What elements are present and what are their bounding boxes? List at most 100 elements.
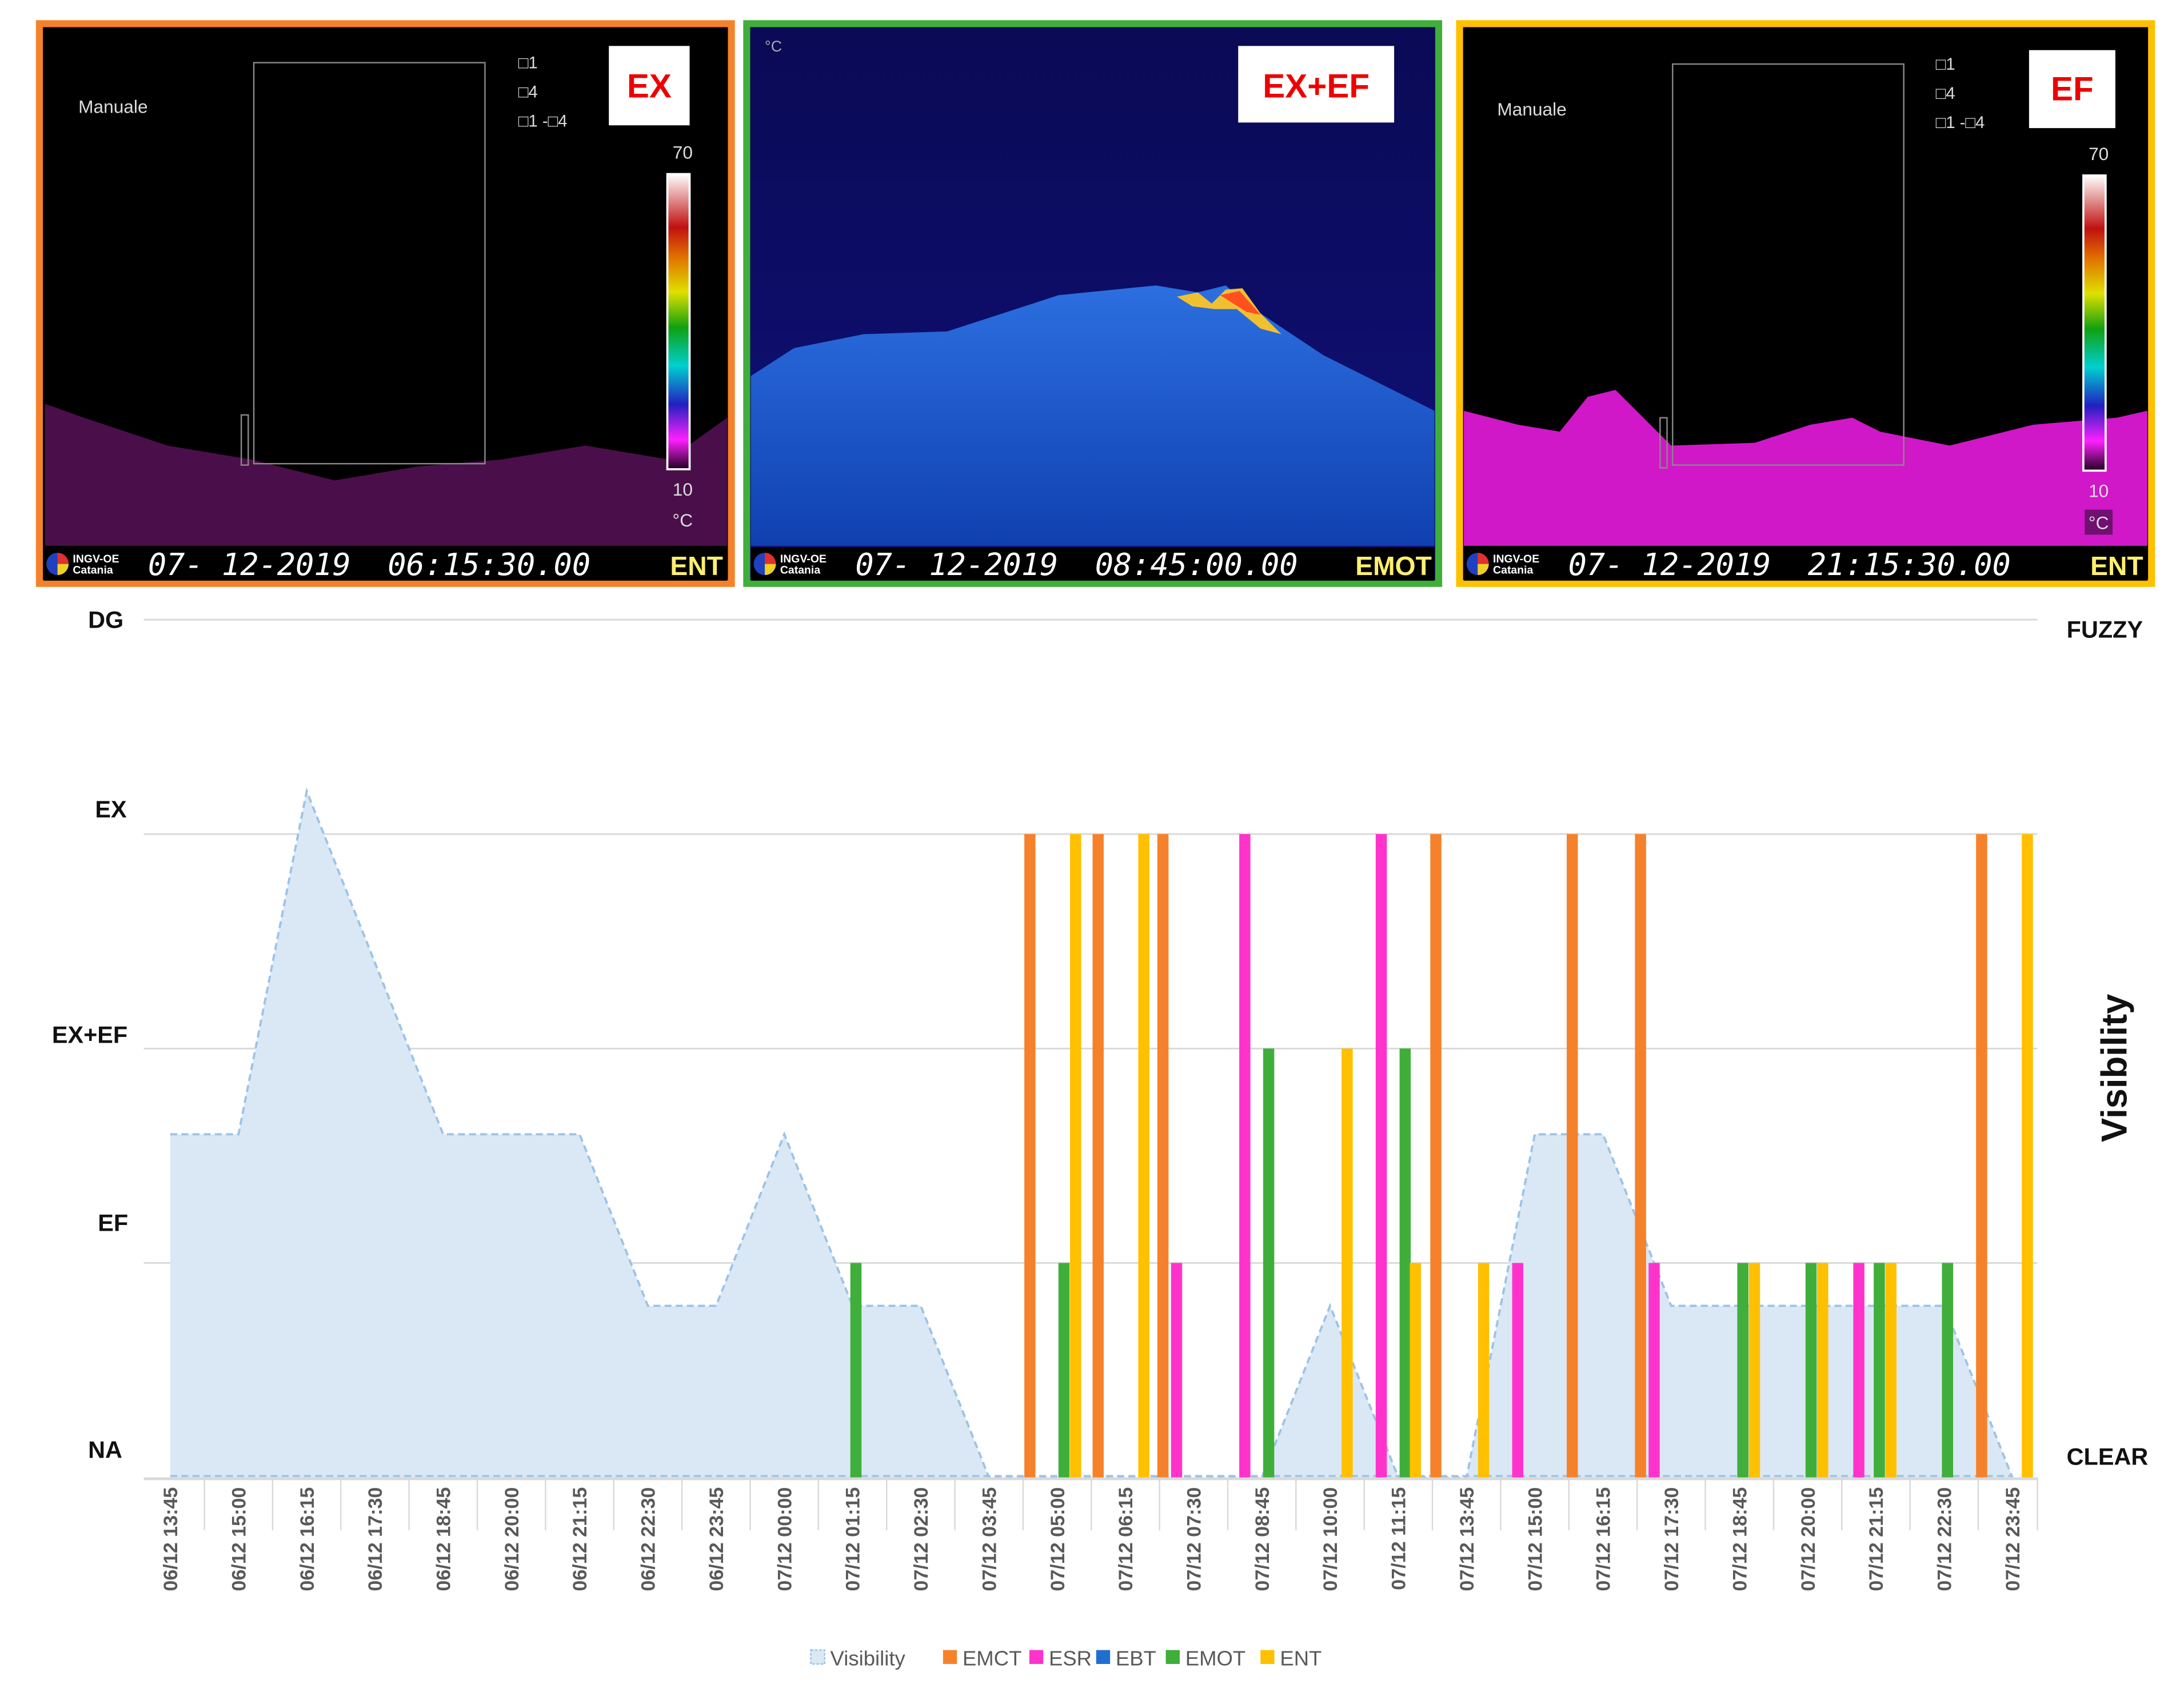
org-label: Catania [73, 564, 113, 577]
scale-max: 70 [673, 142, 693, 163]
level-label-na: NA [88, 1436, 122, 1463]
visibility-area [170, 787, 2014, 1479]
visibility-fill [170, 791, 2013, 1478]
bar-emot [1399, 1048, 1411, 1478]
legend-swatch-esr [1029, 1650, 1044, 1664]
x-tick-label: 07/12 00:00 [774, 1487, 796, 1591]
thermal-image-ex: Manuale □1 □4 □1 -□4 EX 70 10 °C INGV-OE… [35, 20, 735, 587]
bar-emot [1874, 1263, 1885, 1478]
bar-ent [2022, 834, 2033, 1478]
x-tick-label: 07/12 01:15 [843, 1487, 864, 1591]
x-tick-label: 06/12 18:45 [433, 1487, 455, 1591]
x-tick-label: 07/12 08:45 [1252, 1487, 1273, 1591]
legend-swatch-ent [1260, 1650, 1275, 1664]
chart: 06/12 13:45 06/12 15:00 06/12 16:15 06/12 1… [52, 607, 2149, 1670]
badge-label: EF [2051, 70, 2094, 107]
x-tick-label: 07/12 07:30 [1184, 1487, 1205, 1591]
bar-ent [1410, 1263, 1421, 1478]
scale-max: 70 [2089, 143, 2109, 164]
x-tick-label: 07/12 02:30 [911, 1487, 932, 1591]
bar-emct [1976, 834, 1987, 1478]
scale-unit: °C [673, 510, 693, 530]
legend-label: EMOT [1185, 1646, 1245, 1670]
x-tick-label: 06/12 13:45 [160, 1487, 182, 1591]
legend-swatch-emot [1165, 1650, 1180, 1664]
bar-ent [1748, 1263, 1760, 1478]
legend-swatch-visibility [810, 1649, 826, 1665]
camera-label: EMOT [1355, 551, 1432, 581]
x-tick-label: 07/12 17:30 [1661, 1487, 1683, 1591]
bar-esr [1853, 1263, 1864, 1478]
bar-ent [1478, 1263, 1490, 1478]
legend-swatch-emct [943, 1650, 957, 1664]
x-tick-label: 07/12 06:15 [1115, 1487, 1137, 1591]
bar-emct [1024, 834, 1036, 1478]
legend: Visibility EMCT ESR EBT EMOT ENT [810, 1646, 1321, 1670]
scale-min: 10 [2089, 481, 2109, 501]
bar-ent [1341, 1048, 1353, 1478]
thermal-image-ef: Manuale □1 □4 □1 -□4 EF 70 10 °C INGV-OE… [1456, 20, 2155, 587]
x-tick-label: 07/12 21:15 [1866, 1487, 1887, 1591]
color-scale [666, 173, 691, 470]
bar-emot [850, 1263, 862, 1478]
bars [850, 834, 2033, 1478]
badge-label: EX+EF [1263, 68, 1370, 105]
x-tick-label: 06/12 15:00 [228, 1487, 250, 1591]
level-label-ef: EF [98, 1210, 128, 1236]
x-tick-label: 07/12 10:00 [1320, 1487, 1341, 1591]
thermal-image-ex-ef: °C EX+EF INGV-OE Catania 07- 12-2019 08:… [743, 20, 1443, 587]
legend-label: ENT [1280, 1646, 1321, 1670]
bar-emot [1942, 1263, 1954, 1478]
camera-label: ENT [670, 551, 723, 581]
timestamp: 07- 12-2019 06:15:30.00 [148, 546, 590, 582]
right-label-fuzzy: FUZZY [2067, 617, 2143, 643]
roi-label: □4 [1936, 85, 1955, 103]
legend-label: EMCT [963, 1646, 1021, 1670]
bar-emct [1157, 834, 1169, 1478]
timestamp: 07- 12-2019 08:45:00.00 [855, 546, 1297, 582]
x-tick-label: 07/12 16:15 [1593, 1487, 1615, 1591]
bar-emct [1635, 834, 1646, 1478]
x-tick-label: 07/12 18:45 [1729, 1487, 1751, 1591]
x-tick-label: 06/12 23:45 [706, 1487, 728, 1591]
legend-label: Visibility [831, 1646, 906, 1670]
level-label-ex-ef: EX+EF [52, 1022, 127, 1048]
timestamp: 07- 12-2019 21:15:30.00 [1568, 546, 2011, 582]
x-tick-label: 06/12 17:30 [365, 1487, 386, 1591]
level-label-ex: EX [95, 796, 127, 823]
bar-emct [1092, 834, 1104, 1478]
roi-label: □1 [1936, 55, 1955, 74]
right-label-clear: CLEAR [2067, 1444, 2149, 1470]
x-axis: 06/12 13:45 06/12 15:00 06/12 16:15 06/12 1… [143, 1477, 2038, 1591]
roi-label: □1 [518, 54, 538, 72]
bar-esr [1171, 1263, 1183, 1478]
roi-label: □1 -□4 [518, 113, 568, 131]
org-label: Catania [780, 564, 820, 577]
scale-unit: °C [765, 38, 782, 55]
visibility-axis-title: Visibility [2094, 994, 2134, 1142]
x-tick-label: 06/12 16:15 [297, 1487, 318, 1591]
bar-ent [1070, 834, 1081, 1478]
bar-esr [1239, 834, 1251, 1478]
bar-emct [1567, 834, 1578, 1478]
legend-label: ESR [1049, 1646, 1092, 1670]
bar-esr [1375, 834, 1387, 1478]
mode-label: Manuale [78, 96, 147, 117]
bar-ent [1817, 1263, 1828, 1478]
bar-emot [1058, 1263, 1070, 1478]
level-label-dg: DG [88, 607, 123, 633]
roi-label: □1 -□4 [1936, 114, 1985, 132]
x-tick-label: 07/12 05:00 [1047, 1487, 1069, 1591]
x-tick-label: 07/12 23:45 [2002, 1487, 2024, 1591]
bar-esr [1648, 1263, 1660, 1478]
x-tick-label: 07/12 20:00 [1798, 1487, 1819, 1591]
mode-label: Manuale [1497, 99, 1566, 119]
org-label: Catania [1493, 564, 1533, 577]
x-tick-label: 07/12 11:15 [1388, 1487, 1410, 1590]
x-tick-label: 07/12 22:30 [1934, 1487, 1955, 1591]
legend-swatch-ebt [1096, 1650, 1111, 1664]
scale-unit: °C [2089, 513, 2109, 533]
x-tick-label: 06/12 20:00 [501, 1487, 523, 1591]
x-tick-label: 06/12 21:15 [569, 1487, 591, 1591]
scale-min: 10 [673, 479, 693, 500]
